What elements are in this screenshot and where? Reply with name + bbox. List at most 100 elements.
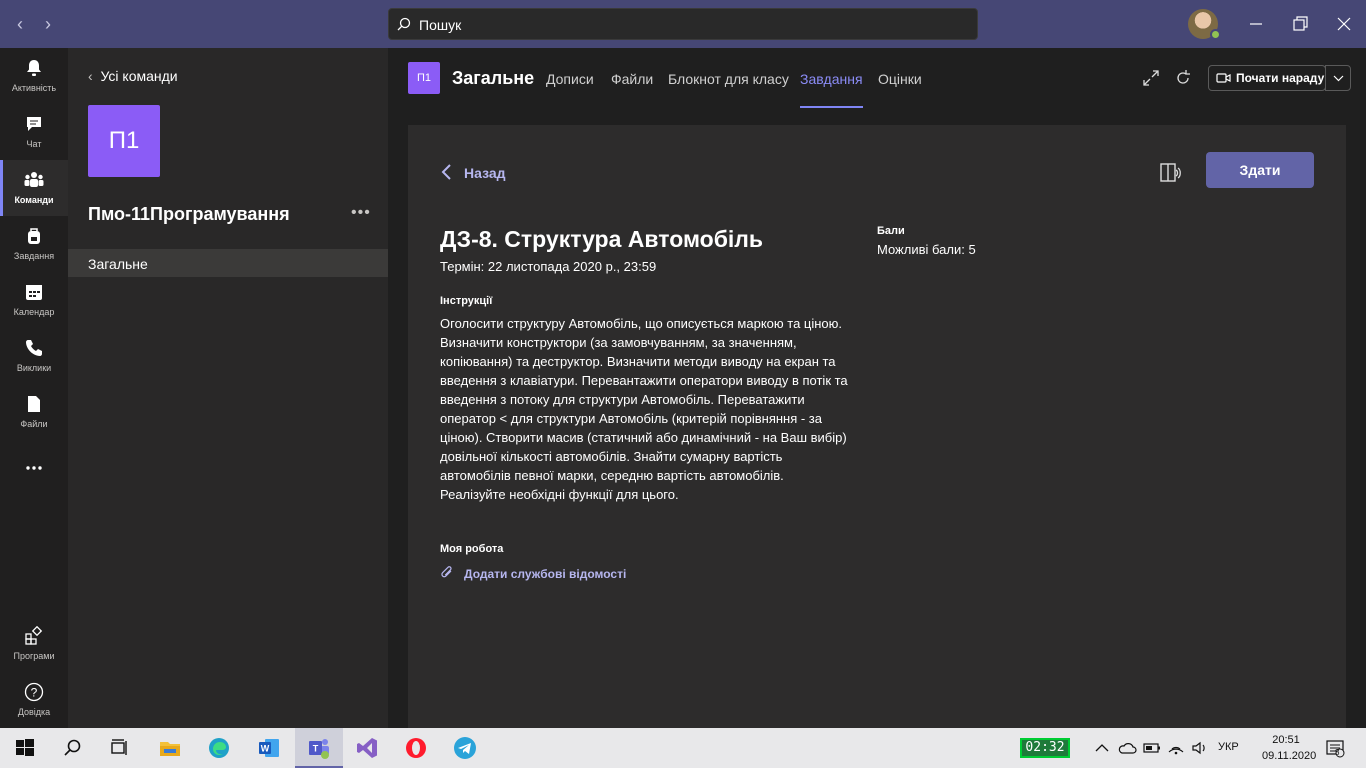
due-date: Термін: 22 листопада 2020 р., 23:59 (440, 259, 657, 274)
backpack-icon (28, 228, 40, 244)
search-icon (397, 17, 411, 31)
channel-label: Загальне (88, 256, 148, 272)
chevron-left-icon (441, 164, 451, 180)
svg-text:W: W (261, 744, 270, 754)
task-view-icon[interactable] (108, 736, 132, 760)
rail-label: Програми (13, 651, 55, 661)
system-clock[interactable]: 20:51 09.11.2020 (1262, 732, 1316, 764)
help-icon: ? (24, 682, 44, 702)
word-icon[interactable]: W (257, 736, 281, 760)
channel-item-general[interactable]: Загальне (68, 249, 388, 277)
phone-icon (26, 340, 42, 356)
meet-dropdown-button[interactable] (1325, 65, 1351, 91)
immersive-reader-icon[interactable] (1159, 161, 1183, 185)
rail-label: Довідка (17, 707, 51, 717)
video-camera-icon (1216, 73, 1231, 83)
points-value: Можливі бали: 5 (877, 242, 976, 257)
more-horizontal-icon (26, 466, 42, 470)
channel-avatar: П1 (408, 62, 440, 94)
active-tab-indicator (800, 106, 863, 108)
tab-grades[interactable]: Оцінки (878, 71, 922, 87)
presence-available-icon (1210, 29, 1221, 40)
timer-widget[interactable]: 02:32 (1020, 738, 1070, 758)
bell-icon (27, 60, 41, 76)
tab-assignments[interactable]: Завдання (800, 71, 863, 87)
submit-button[interactable]: Здати (1206, 152, 1314, 188)
search-icon[interactable] (61, 736, 85, 760)
more-options-icon[interactable]: ••• (351, 204, 371, 222)
svg-text:?: ? (31, 686, 38, 700)
search-placeholder: Пошук (419, 17, 462, 33)
teams-app-icon[interactable]: T (307, 736, 331, 760)
rail-item-calls[interactable]: Виклики (0, 328, 68, 384)
team-name: Пмо-11Програмування (88, 204, 290, 224)
back-arrow-icon[interactable]: ‹ (10, 14, 30, 34)
rail-item-teams[interactable]: Команди (0, 160, 68, 216)
channel-title: Загальне (452, 68, 535, 88)
assignment-title: ДЗ-8. Структура Автомобіль (440, 226, 764, 252)
onedrive-cloud-icon[interactable] (1117, 738, 1137, 758)
points-heading: Бали (877, 225, 905, 237)
rail-label: Календар (13, 307, 55, 317)
rail-item-assignments[interactable]: Завдання (0, 216, 68, 272)
paperclip-icon (441, 566, 452, 578)
app-rail: Активність Чат Команди Завдання Календар… (0, 48, 68, 728)
apps-icon (25, 626, 43, 645)
rail-label: Команди (14, 195, 54, 205)
teams-icon (24, 172, 44, 187)
my-work-heading: Моя робота (440, 543, 504, 555)
clock-time: 20:51 (1272, 734, 1300, 746)
rail-item-files[interactable]: Файли (0, 384, 68, 440)
rail-item-activity[interactable]: Активність (0, 48, 68, 104)
chevron-left-icon: ‹ (88, 68, 101, 84)
file-icon (28, 396, 40, 412)
notification-count: 3 (1335, 748, 1340, 757)
tab-class-notebook[interactable]: Блокнот для класу (668, 71, 789, 87)
forward-arrow-icon[interactable]: › (38, 14, 58, 34)
os-taskbar: W T 02:32 УКР 20:51 09.11.2020 3 (0, 728, 1366, 768)
opera-icon[interactable] (404, 736, 428, 760)
chevron-down-icon (1333, 75, 1344, 82)
back-label: Назад (464, 165, 506, 181)
rail-label: Виклики (16, 363, 52, 373)
rail-label: Завдання (13, 251, 55, 261)
battery-icon[interactable] (1142, 738, 1162, 758)
meet-now-button[interactable]: Почати нараду (1208, 65, 1326, 91)
telegram-icon[interactable] (453, 736, 477, 760)
rail-item-apps[interactable]: Програми (0, 616, 68, 672)
svg-text:T: T (313, 744, 319, 754)
rail-label: Файли (20, 419, 48, 429)
windows-start-icon[interactable] (13, 736, 37, 760)
calendar-icon (26, 285, 42, 300)
wifi-icon[interactable] (1166, 738, 1186, 758)
meet-now-label: Почати нараду (1236, 71, 1325, 85)
minimize-icon[interactable] (1246, 14, 1266, 34)
visual-studio-icon[interactable] (355, 736, 379, 760)
file-explorer-icon[interactable] (158, 736, 182, 760)
close-icon[interactable] (1334, 14, 1354, 34)
all-teams-link[interactable]: ‹ Усі команди (88, 68, 178, 84)
tab-posts[interactable]: Дописи (546, 71, 594, 87)
assignment-card: Назад Здати ДЗ-8. Структура Автомобіль Т… (408, 125, 1346, 728)
chat-icon (27, 117, 41, 131)
team-pane: ‹ Усі команди П1 Пмо-11Програмування •••… (68, 48, 388, 728)
add-work-label: Додати службові відомості (464, 567, 627, 581)
edge-browser-icon[interactable] (207, 736, 231, 760)
volume-icon[interactable] (1190, 738, 1210, 758)
rail-item-calendar[interactable]: Календар (0, 272, 68, 328)
tab-files[interactable]: Файли (611, 71, 653, 87)
search-input[interactable]: Пошук (388, 8, 978, 40)
restore-icon[interactable] (1290, 14, 1310, 34)
chevron-up-icon[interactable] (1092, 738, 1112, 758)
expand-icon[interactable] (1142, 69, 1160, 87)
rail-item-chat[interactable]: Чат (0, 104, 68, 160)
instructions-heading: Інструкції (440, 295, 493, 307)
more-apps-button[interactable] (0, 446, 68, 486)
rail-label: Активність (11, 83, 57, 93)
language-indicator[interactable]: УКР (1218, 741, 1239, 753)
title-bar: ‹ › Пошук (0, 0, 1366, 48)
rail-item-help[interactable]: ? Довідка (0, 672, 68, 728)
refresh-icon[interactable] (1174, 69, 1192, 87)
channel-header: П1 Загальне Дописи Файли Блокнот для кла… (388, 48, 1366, 108)
rail-label: Чат (26, 139, 42, 149)
